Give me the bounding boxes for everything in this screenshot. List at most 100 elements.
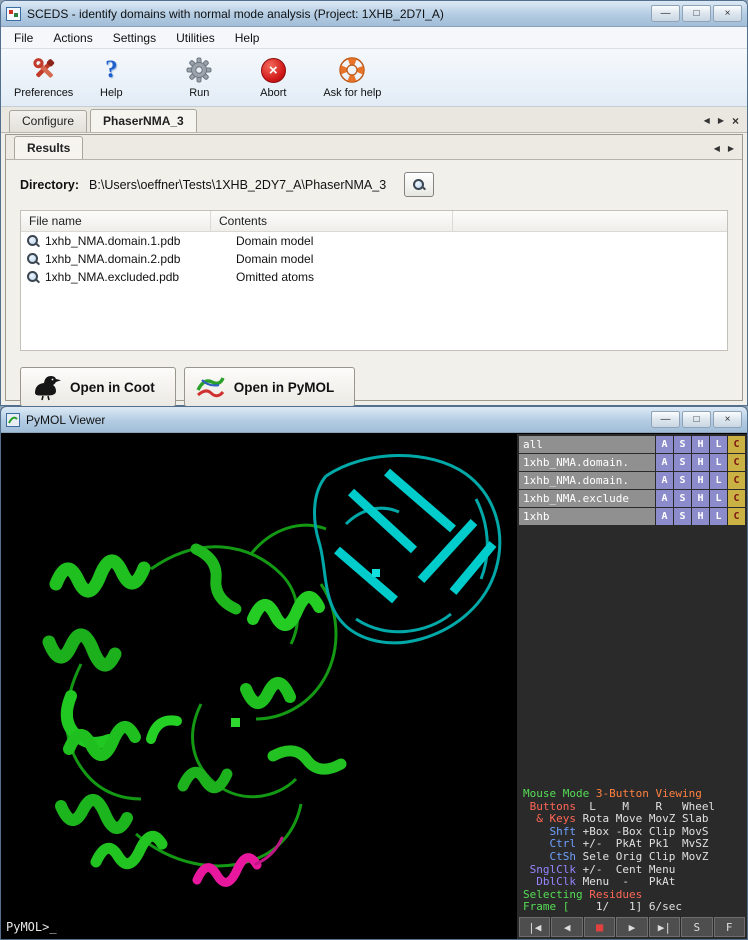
run-button[interactable]: Run: [170, 53, 228, 101]
object-c-menu-button[interactable]: C: [728, 490, 745, 507]
directory-row: Directory: B:\Users\oeffner\Tests\1XHB_2…: [20, 172, 728, 197]
object-h-menu-button[interactable]: H: [692, 508, 709, 525]
mouse-mode-values: +/- PkAt Pk1 MvSZ: [576, 837, 708, 850]
open-in-pymol-button[interactable]: Open in PyMOL: [184, 367, 356, 407]
object-l-menu-button[interactable]: L: [710, 490, 727, 507]
tool-label: Ask for help: [323, 87, 381, 99]
close-tab-icon[interactable]: ×: [732, 115, 739, 127]
object-s-menu-button[interactable]: S: [674, 490, 691, 507]
results-content: Directory: B:\Users\oeffner\Tests\1XHB_2…: [6, 160, 742, 407]
object-name[interactable]: 1xhb_NMA.domain.: [519, 472, 655, 489]
object-c-menu-button[interactable]: C: [728, 436, 745, 453]
back-button[interactable]: ◀: [551, 917, 582, 937]
sceds-window: SCEDS - identify domains with normal mod…: [0, 0, 748, 406]
table-row[interactable]: 1xhb_NMA.domain.2.pdbDomain model: [21, 250, 727, 268]
stop-button[interactable]: ■: [584, 917, 615, 937]
object-c-menu-button[interactable]: C: [728, 508, 745, 525]
directory-label: Directory:: [20, 178, 79, 192]
button-label: Open in PyMOL: [234, 380, 335, 395]
object-a-menu-button[interactable]: A: [656, 436, 673, 453]
object-h-menu-button[interactable]: H: [692, 454, 709, 471]
button-label: Open in Coot: [70, 380, 155, 395]
object-row: 1xhb_NMA.domain.ASHLC: [519, 454, 745, 471]
preferences-button[interactable]: Preferences: [9, 53, 78, 101]
scroll-left-icon[interactable]: ◀: [714, 144, 720, 154]
pymol-titlebar[interactable]: PyMOL Viewer — □ ×: [1, 407, 747, 433]
tab-results[interactable]: Results: [14, 136, 83, 159]
scroll-right-icon[interactable]: ▶: [718, 116, 724, 126]
object-a-menu-button[interactable]: A: [656, 454, 673, 471]
object-c-menu-button[interactable]: C: [728, 454, 745, 471]
scroll-right-icon[interactable]: ▶: [728, 144, 734, 154]
close-button[interactable]: ×: [713, 5, 742, 22]
magnifier-icon: [412, 178, 426, 192]
menu-file[interactable]: File: [5, 29, 42, 47]
minimize-button[interactable]: —: [651, 5, 680, 22]
ask-for-help-button[interactable]: Ask for help: [318, 53, 386, 101]
object-s-menu-button[interactable]: S: [674, 508, 691, 525]
files-table-body: 1xhb_NMA.domain.1.pdbDomain model1xhb_NM…: [21, 232, 727, 286]
table-row[interactable]: 1xhb_NMA.domain.1.pdbDomain model: [21, 232, 727, 250]
object-s-menu-button[interactable]: S: [674, 472, 691, 489]
object-name[interactable]: 1xhb_NMA.exclude: [519, 490, 655, 507]
object-s-menu-button[interactable]: S: [674, 454, 691, 471]
play-button[interactable]: ▶: [616, 917, 647, 937]
help-button[interactable]: ? Help: [82, 53, 140, 101]
object-l-menu-button[interactable]: L: [710, 436, 727, 453]
object-a-menu-button[interactable]: A: [656, 490, 673, 507]
open-in-coot-button[interactable]: Open in Coot: [20, 367, 176, 407]
maximize-button[interactable]: □: [682, 411, 711, 428]
object-s-menu-button[interactable]: S: [674, 436, 691, 453]
mouse-mode-label: Frame [: [523, 900, 569, 913]
file-name-cell: 1xhb_NMA.excluded.pdb: [45, 270, 217, 284]
mouse-mode-line[interactable]: Frame [ 1/ 1] 6/sec: [523, 901, 745, 914]
panel-spacer: [519, 526, 745, 786]
browse-directory-button[interactable]: [404, 172, 434, 197]
table-row[interactable]: 1xhb_NMA.excluded.pdbOmitted atoms: [21, 268, 727, 286]
pymol-body: PyMOL>_ allASHLC1xhb_NMA.domain.ASHLC1xh…: [1, 434, 747, 939]
object-h-menu-button[interactable]: H: [692, 472, 709, 489]
magnifier-icon: [26, 234, 40, 248]
object-h-menu-button[interactable]: H: [692, 436, 709, 453]
object-c-menu-button[interactable]: C: [728, 472, 745, 489]
mouse-mode-label: Shft: [523, 825, 576, 838]
object-name[interactable]: 1xhb_NMA.domain.: [519, 454, 655, 471]
directory-path: B:\Users\oeffner\Tests\1XHB_2DY7_A\Phase…: [89, 178, 386, 192]
object-l-menu-button[interactable]: L: [710, 472, 727, 489]
object-l-menu-button[interactable]: L: [710, 454, 727, 471]
menu-actions[interactable]: Actions: [44, 29, 101, 47]
tab-phasernma-3[interactable]: PhaserNMA_3: [90, 109, 197, 132]
scroll-left-icon[interactable]: ◀: [704, 116, 710, 126]
pymol-3d-viewport[interactable]: PyMOL>_: [1, 434, 517, 939]
close-button[interactable]: ×: [713, 411, 742, 428]
tools-icon: [29, 55, 59, 85]
column-header-contents[interactable]: Contents: [211, 211, 453, 231]
minimize-button[interactable]: —: [651, 411, 680, 428]
column-header-file-name[interactable]: File name: [21, 211, 211, 231]
object-name[interactable]: all: [519, 436, 655, 453]
rewind-button[interactable]: |◀: [519, 917, 550, 937]
forward-button[interactable]: ▶|: [649, 917, 680, 937]
fullscreen-button[interactable]: F: [714, 917, 745, 937]
object-name[interactable]: 1xhb: [519, 508, 655, 525]
object-a-menu-button[interactable]: A: [656, 508, 673, 525]
action-buttons-row: Open in Coot Open in PyMOL: [20, 367, 728, 407]
cyan-selection-marker: [372, 569, 380, 577]
abort-button[interactable]: × Abort: [244, 53, 302, 101]
object-l-menu-button[interactable]: L: [710, 508, 727, 525]
menu-settings[interactable]: Settings: [104, 29, 165, 47]
pymol-command-prompt[interactable]: PyMOL>_: [6, 920, 57, 934]
object-h-menu-button[interactable]: H: [692, 490, 709, 507]
window-controls: — □ ×: [651, 5, 742, 22]
maximize-button[interactable]: □: [682, 5, 711, 22]
mouse-mode-values: Residues: [583, 888, 643, 901]
menu-utilities[interactable]: Utilities: [167, 29, 224, 47]
object-a-menu-button[interactable]: A: [656, 472, 673, 489]
tab-configure[interactable]: Configure: [9, 110, 87, 132]
files-table-header: File name Contents: [21, 211, 727, 232]
mouse-mode-values: +/- Cent Menu: [576, 863, 675, 876]
sceds-titlebar[interactable]: SCEDS - identify domains with normal mod…: [1, 1, 747, 27]
object-row: 1xhbASHLC: [519, 508, 745, 525]
seq-toggle-button[interactable]: S: [681, 917, 712, 937]
menu-help[interactable]: Help: [226, 29, 269, 47]
